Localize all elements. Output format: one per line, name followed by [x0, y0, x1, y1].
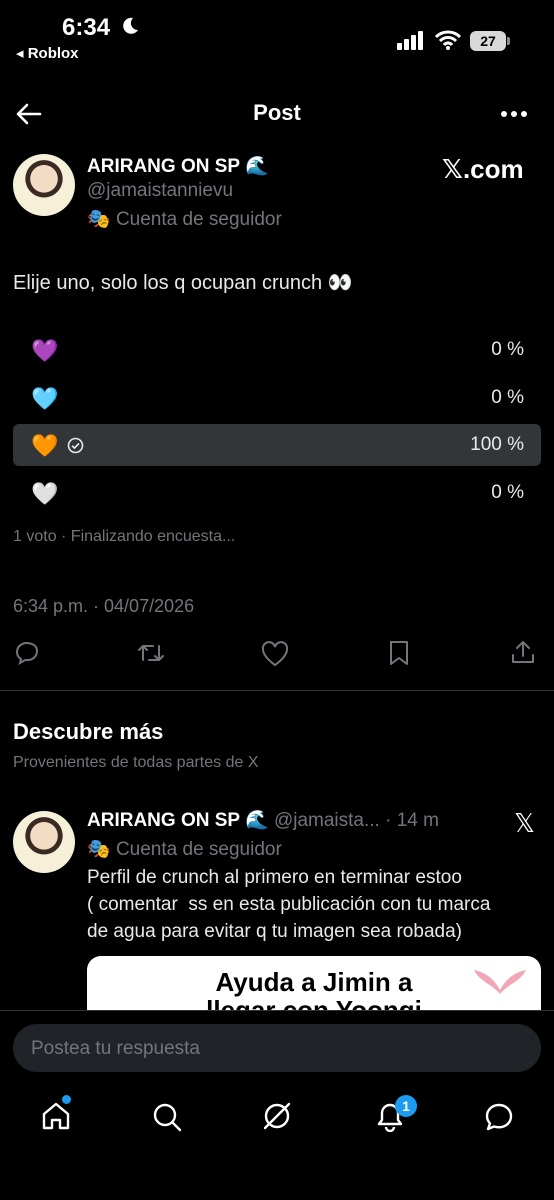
grok-icon[interactable] — [261, 1100, 293, 1132]
moon-icon — [123, 17, 138, 34]
avatar[interactable] — [13, 154, 75, 216]
post-timestamp: 6:34 p.m. · 04/07/2026 — [13, 596, 195, 616]
repost-icon[interactable] — [136, 640, 166, 666]
post-text: Elije uno, solo los q ocupan crunch 👀 — [13, 272, 353, 294]
discover-post-text: Perfil de crunch al primero en terminar … — [87, 864, 490, 945]
account-label-row: 🎭 Cuenta de seguidor — [87, 837, 282, 861]
poll-option[interactable]: 🤍 0 % — [13, 472, 541, 514]
poll-percent: 100 % — [470, 434, 524, 455]
purple-heart-icon: 💜 — [31, 338, 59, 363]
author-name[interactable]: ARIRANG ON SP 🌊 — [87, 810, 269, 831]
poll-option-selected[interactable]: 🧡 100 % — [13, 424, 541, 466]
more-options-icon[interactable] — [500, 110, 528, 118]
section-title: Descubre más — [13, 719, 164, 744]
poll-percent: 0 % — [491, 339, 524, 360]
home-icon[interactable] — [41, 1101, 71, 1131]
text-line: Perfil de crunch al primero en terminar … — [87, 867, 462, 888]
account-label: Cuenta de seguidor — [115, 839, 282, 860]
author-handle[interactable]: @jamaistannievu — [87, 180, 233, 202]
divider — [0, 1010, 554, 1011]
page-title: Post — [253, 100, 301, 125]
notification-badge: 1 — [395, 1095, 417, 1117]
poll-option[interactable]: 💜 0 % — [13, 329, 541, 371]
back-to-app-link[interactable]: ◂ Roblox — [16, 44, 79, 62]
author-handle-time[interactable]: @jamaista... · 14 m — [274, 810, 439, 831]
battery-indicator: 27 — [470, 31, 506, 51]
reply-placeholder: Postea tu respuesta — [31, 1038, 200, 1059]
wings-logo-icon — [474, 970, 526, 994]
source-label[interactable]: 𝕏.com — [442, 154, 524, 185]
wifi-icon — [435, 30, 461, 50]
signal-icon — [397, 31, 423, 50]
poll-percent: 0 % — [491, 482, 524, 503]
battery-tip — [507, 37, 510, 45]
orange-heart-icon: 🧡 — [31, 433, 59, 458]
poll-option[interactable]: 🩵 0 % — [13, 377, 541, 419]
poll-percent: 0 % — [491, 387, 524, 408]
share-icon[interactable] — [511, 639, 535, 665]
reply-icon[interactable] — [14, 640, 40, 666]
divider — [0, 690, 554, 691]
check-circle-icon — [67, 437, 84, 454]
mask-icon: 🎭 — [87, 839, 111, 860]
text-line: ( comentar ss en esta publicación con tu… — [87, 894, 491, 915]
account-label: Cuenta de seguidor — [115, 209, 282, 230]
home-unread-dot — [62, 1095, 71, 1104]
avatar[interactable] — [13, 811, 75, 873]
like-heart-icon[interactable] — [261, 641, 289, 667]
x-logo-icon[interactable]: 𝕏 — [514, 808, 535, 839]
discover-post-header: ARIRANG ON SP 🌊 @jamaista... · 14 m — [87, 808, 439, 832]
white-heart-icon: 🤍 — [31, 481, 59, 506]
messages-icon[interactable] — [484, 1102, 514, 1132]
text-line: de agua para evitar q tu imagen sea roba… — [87, 921, 462, 942]
bookmark-icon[interactable] — [388, 640, 410, 666]
poll-meta: 1 voto · Finalizando encuesta... — [13, 528, 236, 545]
search-icon[interactable] — [152, 1102, 182, 1132]
reply-input[interactable]: Postea tu respuesta — [13, 1024, 541, 1072]
mask-icon: 🎭 — [87, 209, 111, 230]
light-blue-heart-icon: 🩵 — [31, 386, 59, 411]
section-subtitle: Provenientes de todas partes de X — [13, 754, 259, 771]
author-name[interactable]: ARIRANG ON SP 🌊 — [87, 154, 269, 178]
status-time: 6:34 — [62, 14, 111, 41]
account-label-row: 🎭 Cuenta de seguidor — [87, 207, 282, 231]
